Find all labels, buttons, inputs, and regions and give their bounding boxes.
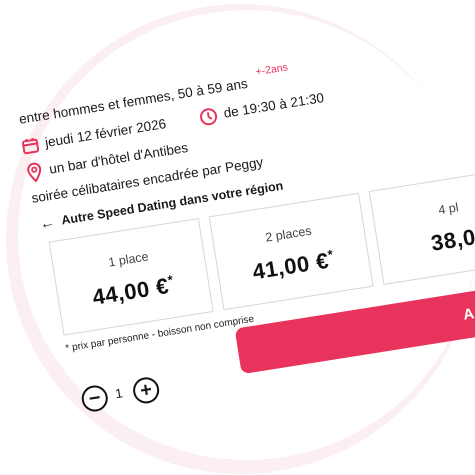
calendar-icon: [20, 135, 41, 161]
event-time: de 19:30 à 21:30: [222, 90, 326, 121]
back-arrow-icon[interactable]: ←: [39, 214, 56, 233]
price-option-label: 4 pl: [437, 200, 460, 218]
decrease-quantity-button[interactable]: −: [79, 383, 110, 414]
screenshot-stage: entre hommes et femmes, 50 à 59 ans +-2a…: [0, 0, 475, 475]
price-asterisk: *: [326, 246, 335, 263]
price-option-4-places[interactable]: 4 pl 38,0: [368, 167, 475, 285]
price-asterisk: *: [166, 271, 175, 288]
clock-icon: [198, 106, 221, 133]
minus-icon: −: [87, 386, 103, 411]
plus-icon: +: [138, 378, 154, 403]
quantity-value: 1: [114, 385, 124, 402]
price-option-1-place[interactable]: 1 place 44,00 €*: [48, 218, 214, 336]
price-amount-text: 38,0: [429, 224, 475, 256]
location-pin-icon: [25, 161, 45, 188]
increase-quantity-button[interactable]: +: [131, 375, 161, 406]
price-option-2-places[interactable]: 2 places 41,00 €*: [208, 192, 374, 311]
add-to-cart-label: AJOU: [461, 299, 475, 324]
price-amount-text: 41,00 €: [250, 247, 331, 285]
price-amount-text: 44,00 €: [90, 273, 171, 310]
